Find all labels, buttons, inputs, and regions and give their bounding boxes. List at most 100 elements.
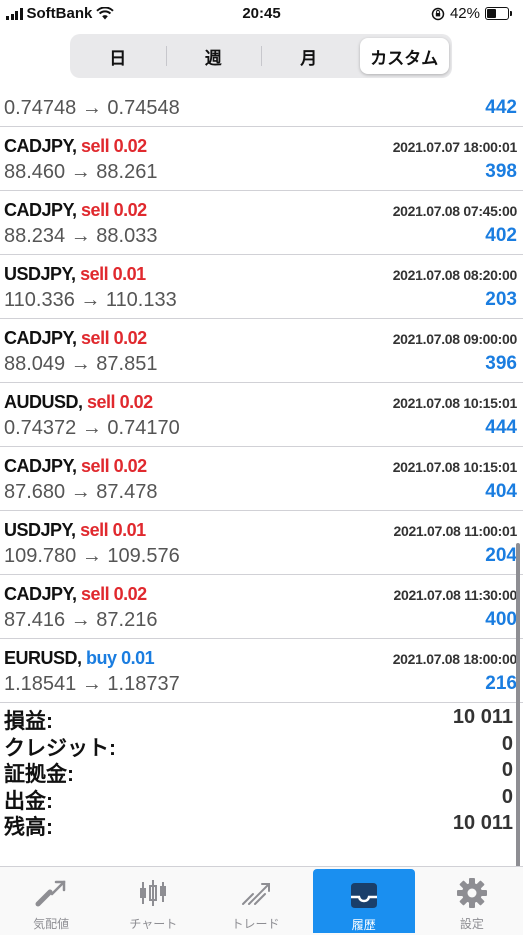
summary-row: 証拠金: 0 [0,757,523,786]
tab-quotes-label: 気配値 [33,917,70,931]
tab-quotes[interactable]: 気配値 [0,867,102,935]
trade-side: sell 0.02 [81,328,147,348]
symbol-name: CADJPY, [4,328,77,348]
trade-profit: 444 [485,417,517,438]
trade-row[interactable]: CADJPY, sell 0.02 2021.07.07 18:00:01 88.4… [0,127,523,191]
trade-row[interactable]: USDJPY, sell 0.01 2021.07.08 08:20:00 110.… [0,255,523,319]
trade-datetime: 2021.07.08 18:00:00 [392,651,518,667]
trade-side: sell 0.02 [81,200,147,220]
trade-profit: 203 [485,289,517,310]
trade-lot: 0.02 [113,200,148,220]
trade-datetime: 2021.07.08 11:00:01 [393,523,517,539]
status-bar: SoftBank 20:45 42% [0,0,523,26]
trade-lot: 0.01 [112,520,147,540]
summary-row: 残高: 10 011 [0,810,523,839]
trade-profit: 396 [485,353,517,374]
trade-prices: 88.049 → 87.851 [4,353,158,375]
trade-symbol: CADJPY, sell 0.02 [4,328,147,349]
trade-lot: 0.02 [113,136,148,156]
trade-side: sell 0.02 [81,456,147,476]
summary-value: 0 [501,732,513,755]
summary-value: 10 011 [452,812,513,834]
trade-symbol: EURUSD, buy 0.01 [4,648,155,669]
history-icon [344,877,384,912]
trade-side: sell 0.02 [81,584,147,604]
trade-lot: 0.01 [112,264,147,284]
battery-icon [485,7,512,20]
trade-profit: 400 [485,609,517,630]
account-summary: 損益: 10 011 クレジット: 0 証拠金: 0 出金: 0 残高: 10 011 [0,704,523,839]
tab-trade[interactable]: トレード [204,867,306,935]
trade-symbol: CADJPY, sell 0.02 [4,456,147,477]
trade-lot: 0.02 [113,584,148,604]
trade-side: sell 0.01 [80,264,146,284]
symbol-name: AUDUSD, [4,392,83,412]
trade-icon [236,875,276,911]
bottom-tab-bar: 気配値 チャート トレード 履歴 設定 [0,866,523,935]
tab-history[interactable]: 履歴 [312,869,415,933]
trade-datetime: 2021.07.08 08:20:00 [392,267,518,283]
tab-trade-label: トレード [231,917,280,931]
trade-direction: buy [86,648,117,668]
trade-row[interactable]: CADJPY, sell 0.02 2021.07.08 11:30:00 87.4… [0,575,523,639]
tab-settings[interactable]: 設定 [421,867,523,935]
trade-profit: 204 [485,545,517,566]
trade-side: sell 0.02 [81,136,147,156]
trade-prices: 0.74372 → 0.74170 [4,417,180,439]
trade-direction: sell [81,328,110,348]
trade-row[interactable]: 0.74748 → 0.74548 442 [0,88,523,127]
trade-symbol: CADJPY, sell 0.02 [4,200,147,221]
trade-datetime: 2021.07.08 10:15:01 [392,459,518,475]
trade-prices: 88.460 → 88.261 [4,161,158,183]
scrollbar[interactable] [516,543,520,888]
symbol-name: USDJPY, [4,520,76,540]
chart-icon [133,875,173,911]
trade-datetime: 2021.07.08 11:30:00 [393,587,517,603]
trade-datetime: 2021.07.07 18:00:01 [392,139,518,155]
trade-lot: 0.01 [121,648,155,668]
trade-row[interactable]: CADJPY, sell 0.02 2021.07.08 10:15:01 87.6… [0,447,523,511]
trade-symbol: AUDUSD, sell 0.02 [4,392,153,413]
trade-prices: 109.780 → 109.576 [4,545,180,567]
trade-side: buy 0.01 [86,648,155,668]
tab-month[interactable]: 月 [261,38,354,74]
trade-direction: sell [81,200,110,220]
trade-symbol: USDJPY, sell 0.01 [4,264,146,285]
trade-direction: sell [87,392,116,412]
trade-profit: 398 [485,161,517,182]
tab-week[interactable]: 週 [165,38,259,74]
tab-history-label: 履歴 [351,918,376,932]
symbol-name: CADJPY, [4,584,77,604]
trade-profit: 442 [485,97,517,118]
tab-chart[interactable]: チャート [102,867,204,935]
summary-value: 0 [501,759,513,781]
trade-row[interactable]: CADJPY, sell 0.02 2021.07.08 09:00:00 88.0… [0,319,523,383]
trade-row[interactable]: AUDUSD, sell 0.02 2021.07.08 10:15:01 0.74… [0,383,523,447]
trade-row[interactable]: USDJPY, sell 0.01 2021.07.08 11:00:01 109.… [0,511,523,575]
summary-row: クレジット: 0 [0,731,523,760]
summary-value: 10 011 [452,706,513,728]
trade-row[interactable]: EURUSD, buy 0.01 2021.07.08 18:00:00 1.185… [0,639,523,703]
trade-lot: 0.02 [113,328,148,348]
trade-prices: 1.18541 → 1.18737 [4,673,180,695]
symbol-name: CADJPY, [4,136,77,156]
trade-profit: 404 [485,481,517,502]
tab-custom[interactable]: カスタム [359,38,449,74]
trade-history-list: 0.74748 → 0.74548 442 CADJPY, sell 0.02 202… [0,88,523,703]
battery-percent: 42% [449,5,480,22]
tab-settings-label: 設定 [459,917,484,931]
trade-symbol: CADJPY, sell 0.02 [4,136,147,157]
symbol-name: USDJPY, [4,264,76,284]
summary-row: 損益: 10 011 [0,704,523,733]
trade-direction: sell [80,520,109,540]
trade-symbol: CADJPY, sell 0.02 [4,584,147,605]
summary-value: 0 [501,785,513,808]
trade-row[interactable]: CADJPY, sell 0.02 2021.07.08 07:45:00 88.2… [0,191,523,255]
trade-prices: 0.74748 → 0.74548 [4,97,180,119]
quotes-icon [31,875,71,911]
orientation-lock-icon [431,7,445,20]
trade-prices: 110.336 → 110.133 [4,289,177,311]
tab-day[interactable]: 日 [73,38,163,74]
trade-prices: 87.416 → 87.216 [4,609,158,631]
status-right: 42% [431,5,512,22]
